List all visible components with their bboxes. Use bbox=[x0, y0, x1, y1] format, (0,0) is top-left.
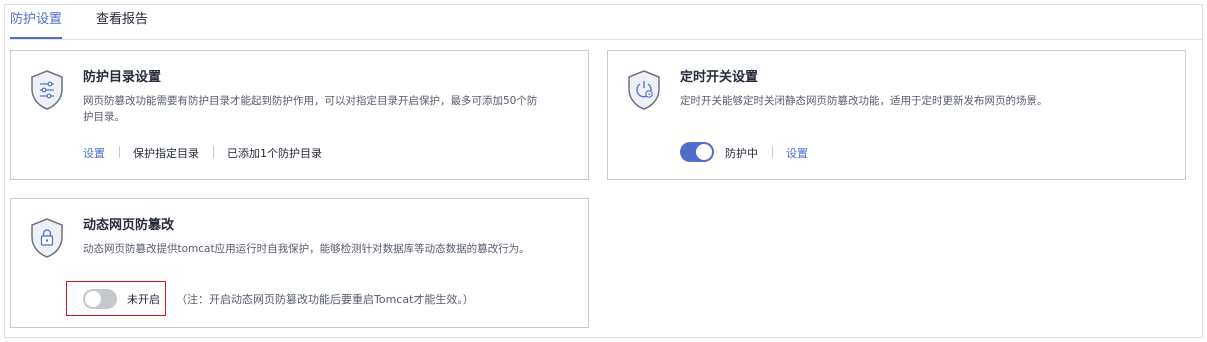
added-directories-count: 已添加1个防护目录 bbox=[227, 147, 322, 160]
directory-actions: 设置 保护指定目录 已添加1个防护目录 bbox=[83, 146, 322, 161]
toggle-knob bbox=[696, 144, 712, 160]
directory-settings-description: 网页防篡改功能需要有防护目录才能起到防护作用，可以对指定目录开启保护，最多可添加… bbox=[83, 93, 537, 125]
shield-lock-icon bbox=[31, 218, 63, 258]
tab-protection-settings[interactable]: 防护设置 bbox=[10, 12, 62, 28]
tab-bar: 防护设置 查看报告 bbox=[10, 0, 1202, 40]
timer-protection-toggle[interactable] bbox=[680, 142, 714, 162]
divider bbox=[212, 146, 214, 158]
tab-view-report[interactable]: 查看报告 bbox=[96, 12, 148, 28]
active-tab-indicator bbox=[10, 37, 62, 39]
directory-settings-link[interactable]: 设置 bbox=[83, 147, 105, 160]
timer-status-text: 防护中 bbox=[725, 147, 758, 160]
dynamic-protection-card: 动态网页防篡改 动态网页防篡改提供tomcat应用运行时自我保护，能够检测针对数… bbox=[10, 198, 589, 328]
directory-settings-title: 防护目录设置 bbox=[83, 70, 162, 85]
toggle-knob bbox=[85, 291, 101, 307]
description-line-2: 护目录。 bbox=[83, 111, 125, 123]
timer-settings-card: 定时开关设置 定时开关能够定时关闭静态网页防篡改功能，适用于定时更新发布网页的场… bbox=[607, 50, 1186, 180]
timer-actions: 防护中 设置 bbox=[725, 146, 808, 161]
timer-settings-title: 定时开关设置 bbox=[680, 70, 759, 85]
protect-directory-link[interactable]: 保护指定目录 bbox=[133, 147, 199, 160]
directory-settings-card: 防护目录设置 网页防篡改功能需要有防护目录才能起到防护作用，可以对指定目录开启保… bbox=[10, 50, 589, 180]
dynamic-status-text: 未开启 bbox=[127, 293, 160, 306]
restart-tomcat-note: （注：开启动态网页防篡改功能后要重启Tomcat才能生效。） bbox=[176, 293, 474, 306]
timer-settings-description: 定时开关能够定时关闭静态网页防篡改功能，适用于定时更新发布网页的场景。 bbox=[680, 95, 1048, 107]
description-line-1: 网页防篡改功能需要有防护目录才能起到防护作用，可以对指定目录开启保护，最多可添加… bbox=[83, 95, 538, 107]
shield-sliders-icon bbox=[31, 70, 63, 110]
dynamic-protection-description: 动态网页防篡改提供tomcat应用运行时自我保护，能够检测针对数据库等动态数据的… bbox=[83, 243, 530, 255]
timer-settings-link[interactable]: 设置 bbox=[786, 147, 808, 160]
divider bbox=[118, 146, 120, 158]
dynamic-protection-toggle[interactable] bbox=[83, 289, 117, 309]
dynamic-protection-title: 动态网页防篡改 bbox=[83, 218, 175, 233]
shield-clock-icon bbox=[628, 70, 660, 110]
divider bbox=[771, 146, 773, 158]
